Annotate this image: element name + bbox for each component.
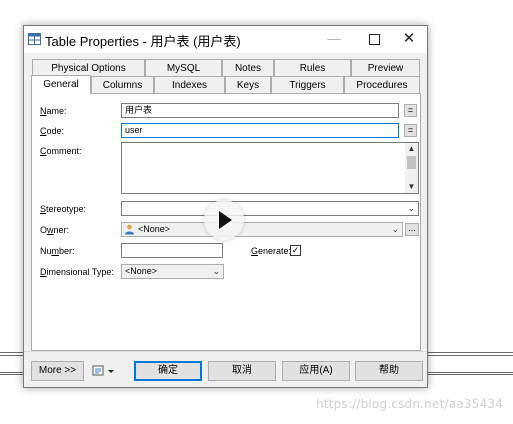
scroll-up-icon[interactable]: ▲	[405, 143, 418, 155]
apply-button[interactable]: 应用(A)	[282, 361, 350, 381]
user-icon	[125, 224, 134, 235]
maximize-icon	[368, 34, 380, 46]
owner-combo[interactable]: <None> ⌄	[121, 222, 403, 237]
comment-label: Comment:	[40, 146, 82, 156]
code-label: Code:	[40, 126, 65, 136]
tab-preview[interactable]: Preview	[351, 59, 420, 76]
printer-icon	[92, 365, 114, 376]
comment-textarea[interactable]: ▲ ▼	[121, 142, 419, 194]
chevron-down-icon: ⌄	[407, 203, 415, 213]
dimensional-type-label: Dimensional Type:	[40, 267, 114, 277]
tab-physical-options[interactable]: Physical Options	[32, 59, 145, 76]
stereotype-combo[interactable]: ⌄	[121, 201, 419, 216]
name-input[interactable]: 用户表	[121, 103, 399, 118]
table-icon	[28, 33, 41, 45]
scroll-down-icon[interactable]: ▼	[405, 181, 418, 193]
tab-columns[interactable]: Columns	[91, 76, 154, 93]
title-bar[interactable]: Table Properties - 用户表 (用户表) — ✕	[24, 26, 427, 53]
minimize-button[interactable]: —	[320, 29, 348, 49]
window-title: Table Properties - 用户表 (用户表)	[45, 34, 241, 49]
owner-browse-button[interactable]: ...	[405, 223, 419, 236]
separator	[24, 351, 427, 352]
help-button[interactable]: 帮助	[355, 361, 423, 381]
ok-button[interactable]: 确定	[134, 361, 202, 381]
chevron-down-icon: ⌄	[212, 266, 220, 276]
watermark: https://blog.csdn.net/aa35434	[315, 397, 503, 411]
more-button[interactable]: More >>	[31, 361, 84, 381]
chevron-down-icon: ⌄	[391, 224, 399, 234]
print-menu-button[interactable]	[90, 363, 118, 379]
generate-checkbox[interactable]: ✓	[290, 245, 301, 256]
tab-procedures[interactable]: Procedures	[344, 76, 420, 93]
cancel-button[interactable]: 取消	[208, 361, 276, 381]
name-code-sync-button[interactable]: =	[404, 104, 417, 117]
stereotype-label: Stereotype:	[40, 204, 87, 214]
number-label: Number:	[40, 246, 75, 256]
maximize-button[interactable]	[360, 29, 388, 49]
scroll-thumb[interactable]	[407, 156, 416, 169]
code-name-sync-button[interactable]: =	[404, 124, 417, 137]
comment-scrollbar[interactable]: ▲ ▼	[405, 143, 418, 193]
tab-rules[interactable]: Rules	[274, 59, 351, 76]
close-button[interactable]: ✕	[395, 29, 423, 49]
number-input[interactable]	[121, 243, 223, 258]
tab-general[interactable]: General	[31, 75, 91, 94]
play-icon	[219, 211, 232, 229]
code-input[interactable]: user	[121, 123, 399, 138]
name-label: Name:	[40, 106, 67, 116]
tab-indexes[interactable]: Indexes	[154, 76, 225, 93]
owner-value: <None>	[138, 224, 171, 234]
tab-triggers[interactable]: Triggers	[271, 76, 344, 93]
tab-keys[interactable]: Keys	[225, 76, 271, 93]
generate-label: Generate:	[251, 246, 292, 256]
owner-label: Owner:	[40, 225, 70, 235]
video-play-button[interactable]	[204, 200, 244, 240]
dimensional-type-combo[interactable]: <None> ⌄	[121, 264, 224, 279]
tab-mysql[interactable]: MySQL	[145, 59, 222, 76]
dimensional-type-value: <None>	[125, 266, 158, 276]
tab-notes[interactable]: Notes	[222, 59, 274, 76]
